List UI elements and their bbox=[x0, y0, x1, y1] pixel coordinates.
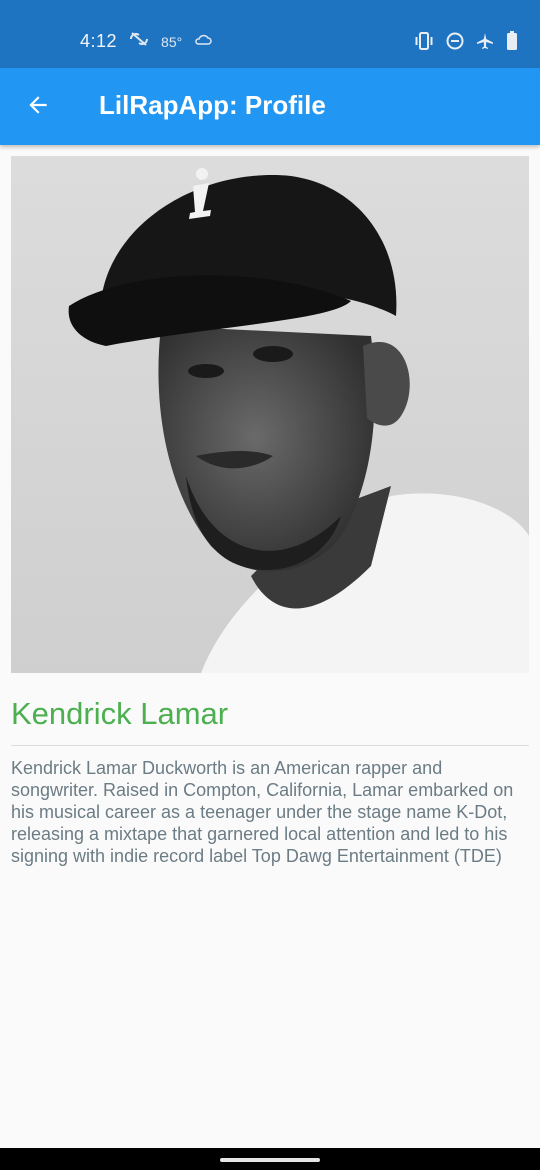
profile-name: Kendrick Lamar bbox=[11, 696, 229, 731]
status-left: 4:12 85° bbox=[80, 31, 212, 52]
arrow-back-icon bbox=[25, 92, 51, 123]
divider bbox=[11, 745, 529, 746]
status-bar: 4:12 85° bbox=[0, 0, 540, 68]
battery-icon bbox=[506, 31, 518, 56]
vibrate-icon bbox=[414, 32, 434, 55]
sync-off-icon bbox=[129, 32, 149, 51]
status-time: 4:12 bbox=[80, 31, 118, 51]
cloud-icon bbox=[194, 32, 212, 51]
profile-photo bbox=[11, 156, 529, 673]
page-title: LilRapApp: Profile bbox=[99, 90, 326, 120]
status-temperature: 85° bbox=[161, 33, 183, 50]
status-right bbox=[414, 31, 518, 56]
back-button[interactable] bbox=[18, 87, 58, 127]
airplane-icon bbox=[476, 32, 494, 55]
do-not-disturb-icon bbox=[446, 32, 464, 55]
home-gesture-handle[interactable] bbox=[220, 1158, 320, 1162]
profile-bio: Kendrick Lamar Duckworth is an American … bbox=[11, 758, 514, 866]
app-bar: LilRapApp: Profile bbox=[0, 68, 540, 145]
navigation-bar bbox=[0, 1148, 540, 1170]
